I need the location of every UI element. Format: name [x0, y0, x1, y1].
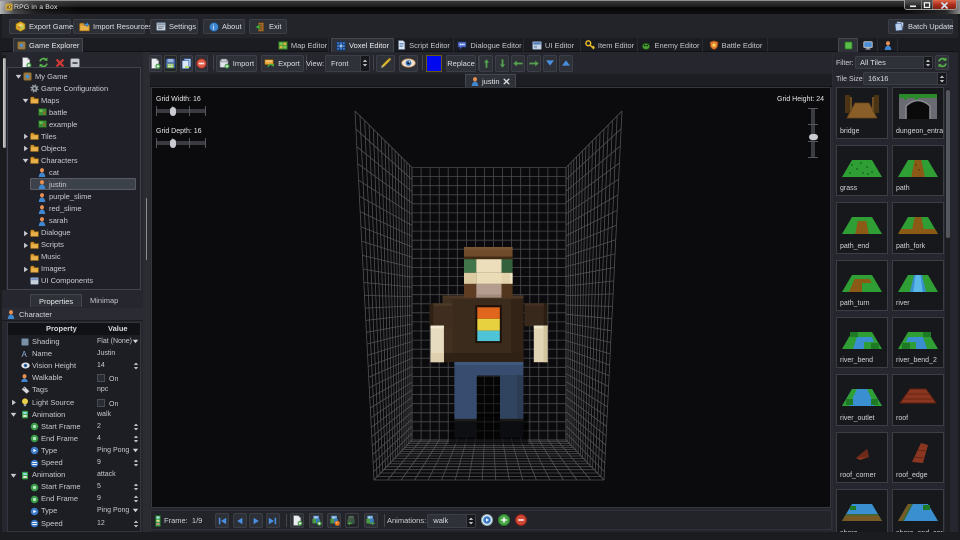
svg-text:A: A — [22, 350, 28, 358]
svg-text:i: i — [213, 22, 215, 31]
